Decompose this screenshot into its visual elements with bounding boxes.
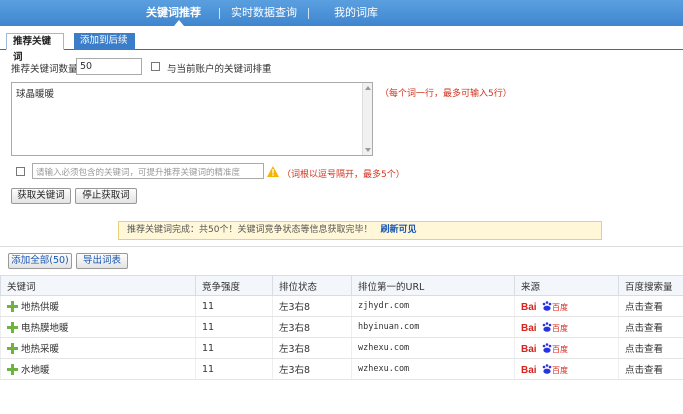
seed-keywords-textarea[interactable]: 球晶暖暖 bbox=[11, 82, 373, 156]
textarea-scrollbar[interactable] bbox=[362, 83, 372, 155]
rank-cell: 左3右8 bbox=[272, 337, 352, 359]
svg-text:Bai: Bai bbox=[521, 323, 537, 333]
add-all-button[interactable]: 添加全部(50) bbox=[8, 253, 72, 269]
filter-hint: （词根以逗号隔开，最多5个） bbox=[282, 170, 405, 180]
nav-separator bbox=[219, 8, 220, 19]
search-volume-link[interactable]: 点击查看 bbox=[618, 295, 683, 317]
keyword-cell: 地热采暖 bbox=[0, 337, 196, 359]
svg-text:百度: 百度 bbox=[552, 323, 568, 333]
top-navigation: 关键词推荐 实时数据查询 我的词库 bbox=[0, 0, 683, 26]
competition-cell: 11 bbox=[195, 337, 273, 359]
rank-cell: 左3右8 bbox=[272, 295, 352, 317]
count-label: 推荐关键词数量 bbox=[11, 64, 78, 75]
keyword-cell: 电热膜地暖 bbox=[0, 316, 196, 338]
scroll-down-icon[interactable] bbox=[365, 148, 371, 152]
nav-separator bbox=[308, 8, 309, 19]
keyword-cell: 水地暖 bbox=[0, 358, 196, 380]
add-plus-icon[interactable] bbox=[7, 322, 18, 333]
keyword-text: 水地暖 bbox=[21, 365, 50, 376]
source-cell: Bai 百度 bbox=[514, 358, 619, 380]
add-plus-icon[interactable] bbox=[7, 364, 18, 375]
keyword-text: 地热供暖 bbox=[21, 302, 60, 313]
svg-text:百度: 百度 bbox=[552, 344, 568, 354]
svg-text:百度: 百度 bbox=[552, 365, 568, 375]
scroll-up-icon[interactable] bbox=[365, 86, 371, 90]
exclude-checkbox[interactable] bbox=[151, 62, 160, 71]
competition-cell: 11 bbox=[195, 358, 273, 380]
filter-input[interactable]: 请输入必须包含的关键词，可提升推荐关键词的精准度 bbox=[32, 163, 264, 179]
sub-tab-bar: 推荐关键词 添加到后续 bbox=[0, 33, 683, 63]
exclude-label: 与当前账户的关键词排重 bbox=[167, 64, 272, 75]
add-plus-icon[interactable] bbox=[7, 301, 18, 312]
svg-text:Bai: Bai bbox=[521, 365, 537, 375]
url-cell: hbyinuan.com bbox=[351, 316, 515, 338]
source-cell: Bai 百度 bbox=[514, 316, 619, 338]
nav-realtime-query[interactable]: 实时数据查询 bbox=[231, 0, 297, 26]
svg-text:Bai: Bai bbox=[521, 302, 537, 312]
source-cell: Bai 百度 bbox=[514, 295, 619, 317]
table-header-row: 关键词 竞争强度 排位状态 排位第一的URL 来源 百度搜索量 bbox=[0, 275, 683, 296]
baidu-logo-icon: Bai 百度 bbox=[521, 343, 568, 354]
table-row: 电热膜地暖 11 左3右8 hbyinuan.com Bai 百度 点击查看 bbox=[0, 316, 683, 338]
svg-text:百度: 百度 bbox=[552, 302, 568, 312]
col-keyword-header[interactable]: 关键词 bbox=[0, 275, 196, 296]
stop-button[interactable]: 停止获取词 bbox=[75, 188, 137, 204]
warning-icon bbox=[267, 166, 279, 177]
col-source-header[interactable]: 来源 bbox=[514, 275, 619, 296]
col-url-header[interactable]: 排位第一的URL bbox=[351, 275, 515, 296]
col-rank-header[interactable]: 排位状态 bbox=[272, 275, 352, 296]
keyword-text: 电热膜地暖 bbox=[21, 323, 69, 334]
nav-my-library[interactable]: 我的词库 bbox=[334, 0, 378, 26]
seed-hint: （每个词一行，最多可输入5行） bbox=[380, 89, 512, 99]
keyword-table: 关键词 竞争强度 排位状态 排位第一的URL 来源 百度搜索量 地热供暖 11 左3… bbox=[0, 275, 683, 380]
url-cell: wzhexu.com bbox=[351, 358, 515, 380]
table-row: 地热供暖 11 左3右8 zjhydr.com Bai 百度 点击查看 bbox=[0, 295, 683, 317]
baidu-logo-icon: Bai 百度 bbox=[521, 322, 568, 333]
competition-cell: 11 bbox=[195, 295, 273, 317]
svg-text:Bai: Bai bbox=[521, 344, 537, 354]
filter-checkbox[interactable] bbox=[16, 167, 25, 176]
col-competition-header[interactable]: 竞争强度 bbox=[195, 275, 273, 296]
add-plus-icon[interactable] bbox=[7, 343, 18, 354]
col-search-header[interactable]: 百度搜索量 bbox=[618, 275, 683, 296]
search-volume-link[interactable]: 点击查看 bbox=[618, 316, 683, 338]
status-notice: 推荐关键词完成：共50个！关键词竞争状态等信息获取完毕！ 刷新可见 bbox=[118, 221, 602, 240]
rank-cell: 左3右8 bbox=[272, 316, 352, 338]
section-divider bbox=[0, 246, 683, 247]
get-keywords-button[interactable]: 获取关键词 bbox=[11, 188, 71, 204]
seed-keywords-text: 球晶暖暖 bbox=[16, 89, 55, 100]
search-volume-link[interactable]: 点击查看 bbox=[618, 358, 683, 380]
rank-cell: 左3右8 bbox=[272, 358, 352, 380]
active-tab-caret-icon bbox=[174, 20, 184, 26]
baidu-logo-icon: Bai 百度 bbox=[521, 364, 568, 375]
search-volume-link[interactable]: 点击查看 bbox=[618, 337, 683, 359]
url-cell: wzhexu.com bbox=[351, 337, 515, 359]
url-cell: zjhydr.com bbox=[351, 295, 515, 317]
refresh-link[interactable]: 刷新可见 bbox=[380, 225, 416, 235]
table-row: 地热采暖 11 左3右8 wzhexu.com Bai 百度 点击查看 bbox=[0, 337, 683, 359]
baidu-logo-icon: Bai 百度 bbox=[521, 301, 568, 312]
competition-cell: 11 bbox=[195, 316, 273, 338]
notice-text: 推荐关键词完成：共50个！关键词竞争状态等信息获取完毕！ bbox=[127, 225, 373, 235]
source-cell: Bai 百度 bbox=[514, 337, 619, 359]
tab-recommend-keywords[interactable]: 推荐关键词 bbox=[6, 33, 64, 63]
count-input[interactable]: 50 bbox=[76, 58, 142, 75]
export-button[interactable]: 导出词表 bbox=[76, 253, 128, 269]
table-row: 水地暖 11 左3右8 wzhexu.com Bai 百度 点击查看 bbox=[0, 358, 683, 380]
keyword-cell: 地热供暖 bbox=[0, 295, 196, 317]
keyword-text: 地热采暖 bbox=[21, 344, 60, 355]
tab-add-later[interactable]: 添加到后续 bbox=[74, 33, 135, 50]
